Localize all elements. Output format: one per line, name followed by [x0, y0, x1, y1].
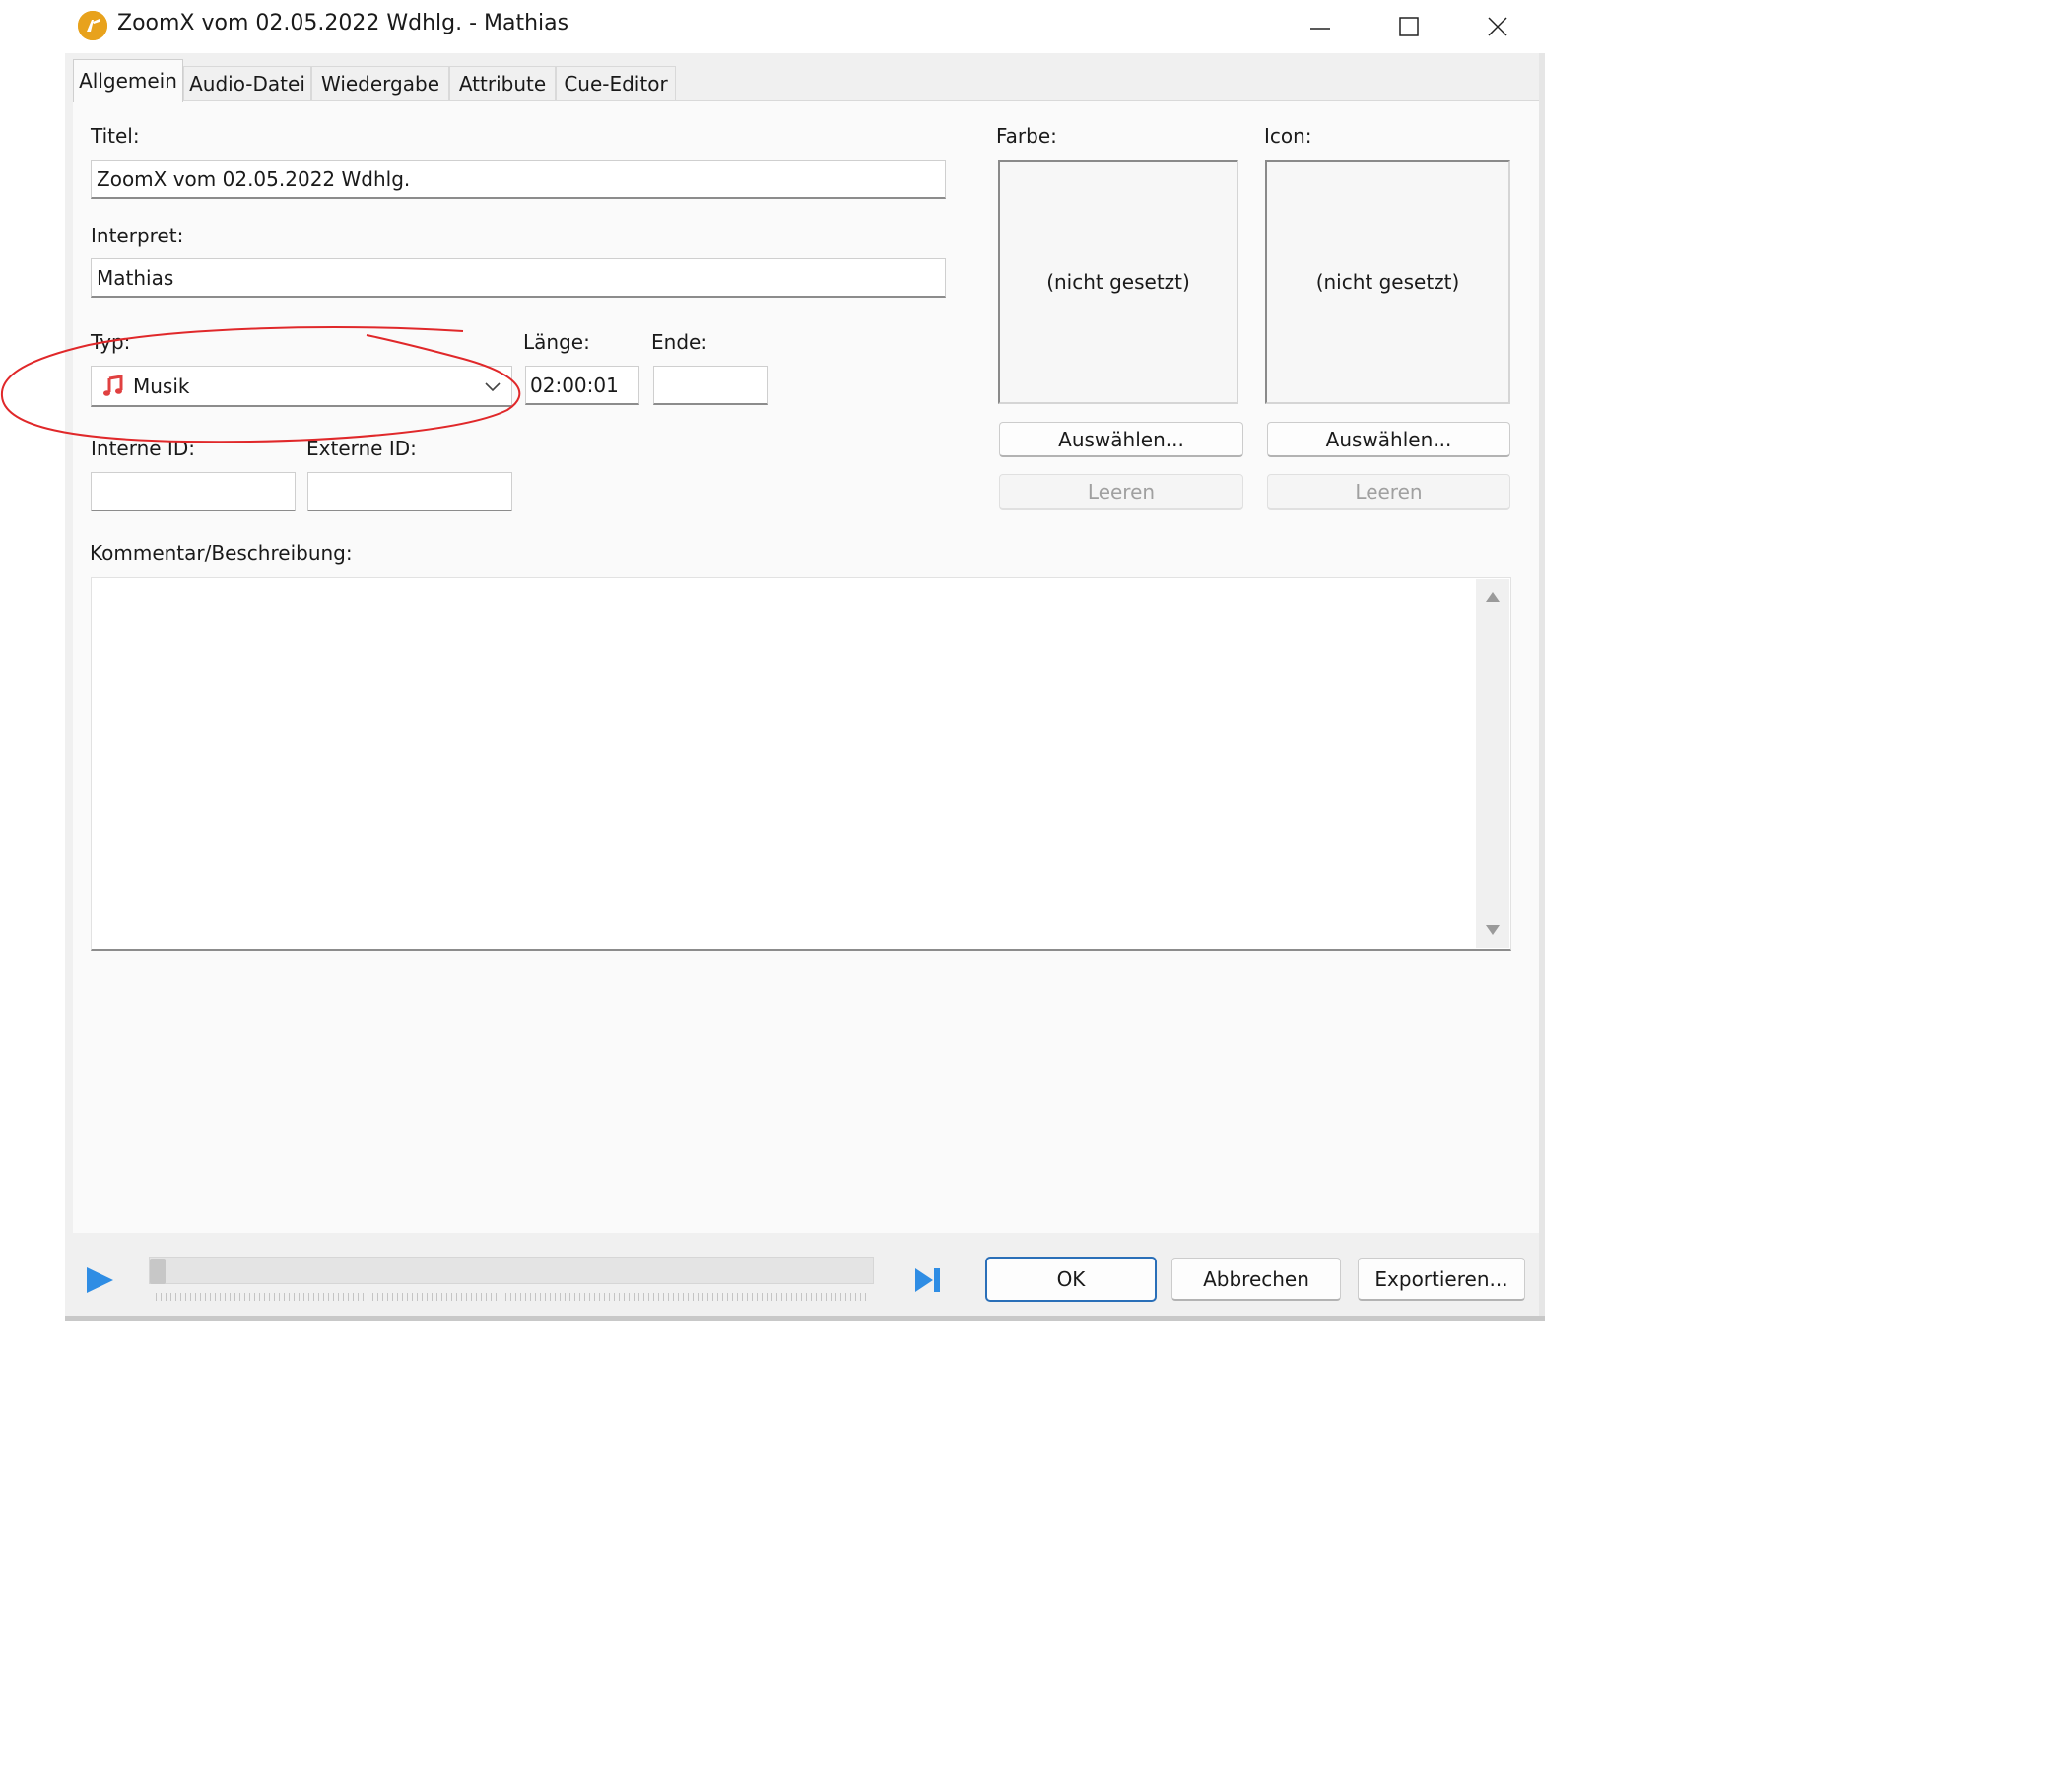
- farbe-preview: (nicht gesetzt): [998, 160, 1238, 404]
- maximize-button[interactable]: [1366, 0, 1452, 53]
- interpret-field[interactable]: Mathias: [91, 258, 946, 298]
- kommentar-label: Kommentar/Beschreibung:: [90, 541, 353, 565]
- close-button[interactable]: [1454, 0, 1541, 53]
- icon-clear-button[interactable]: Leeren: [1267, 474, 1510, 510]
- scroll-up-icon[interactable]: [1484, 590, 1502, 604]
- seek-ticks: [156, 1293, 869, 1301]
- interpret-label: Interpret:: [91, 224, 184, 247]
- ok-button[interactable]: OK: [985, 1257, 1157, 1302]
- farbe-select-button[interactable]: Auswählen...: [999, 422, 1243, 457]
- scroll-down-icon[interactable]: [1484, 923, 1502, 937]
- laenge-label: Länge:: [523, 330, 590, 354]
- skip-to-end-button[interactable]: [914, 1266, 942, 1294]
- minimize-button[interactable]: [1277, 0, 1364, 53]
- play-icon: [87, 1267, 113, 1293]
- cancel-button[interactable]: Abbrechen: [1171, 1258, 1341, 1301]
- seek-slider[interactable]: [149, 1257, 874, 1284]
- window-edge: [1539, 53, 1545, 1321]
- farbe-value: (nicht gesetzt): [1046, 270, 1190, 294]
- icon-value: (nicht gesetzt): [1315, 270, 1460, 294]
- minimize-icon: [1310, 28, 1330, 30]
- annotation-ellipse: [0, 326, 521, 443]
- close-icon: [1488, 17, 1507, 36]
- externe-id-field[interactable]: [307, 472, 512, 511]
- play-button[interactable]: [85, 1266, 114, 1294]
- app-logo-icon: [78, 11, 107, 40]
- ende-field[interactable]: [653, 366, 768, 405]
- icon-label: Icon:: [1264, 124, 1312, 148]
- tab-audio-datei[interactable]: Audio-Datei: [183, 66, 311, 101]
- titel-field[interactable]: ZoomX vom 02.05.2022 Wdhlg.: [91, 160, 946, 199]
- tab-cue-editor[interactable]: Cue-Editor: [556, 66, 676, 101]
- window-bottom-edge: [65, 1316, 1545, 1321]
- tab-allgemein[interactable]: Allgemein: [73, 59, 183, 102]
- export-button[interactable]: Exportieren...: [1358, 1258, 1525, 1301]
- farbe-label: Farbe:: [996, 124, 1057, 148]
- laenge-value: 02:00:01: [530, 373, 619, 397]
- titel-label: Titel:: [91, 124, 140, 148]
- skip-to-end-icon: [915, 1268, 940, 1292]
- icon-select-button[interactable]: Auswählen...: [1267, 422, 1510, 457]
- maximize-icon: [1399, 17, 1419, 36]
- interne-id-field[interactable]: [91, 472, 296, 511]
- kommentar-scrollbar[interactable]: [1476, 579, 1509, 948]
- window-title: ZoomX vom 02.05.2022 Wdhlg. - Mathias: [117, 11, 569, 35]
- tab-wiedergabe[interactable]: Wiedergabe: [311, 66, 449, 101]
- farbe-clear-button[interactable]: Leeren: [999, 474, 1243, 510]
- ende-label: Ende:: [651, 330, 708, 354]
- interpret-value: Mathias: [97, 265, 174, 290]
- icon-preview: (nicht gesetzt): [1265, 160, 1510, 404]
- tab-attribute[interactable]: Attribute: [449, 66, 556, 101]
- seek-slider-handle[interactable]: [150, 1259, 166, 1284]
- laenge-field[interactable]: 02:00:01: [525, 366, 639, 405]
- kommentar-textarea[interactable]: [91, 577, 1511, 951]
- titel-value: ZoomX vom 02.05.2022 Wdhlg.: [97, 167, 411, 191]
